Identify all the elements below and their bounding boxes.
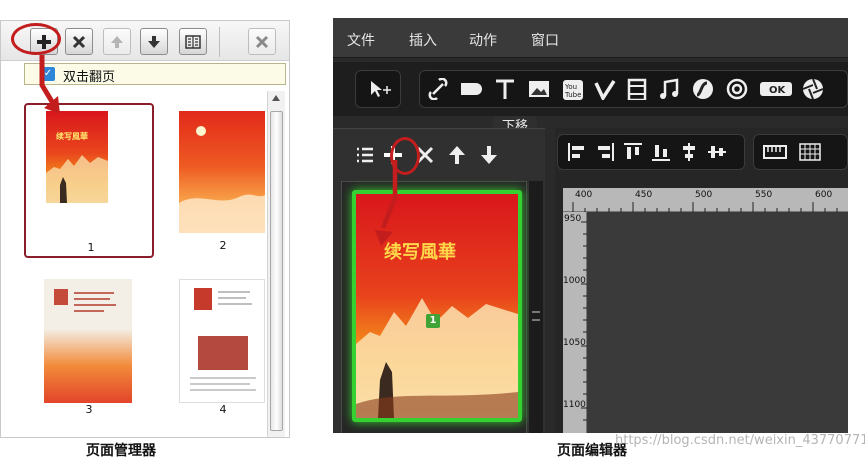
ruler-label: 450 [635,190,653,200]
page-background-image [179,111,265,233]
toolbar-divider [219,27,220,57]
align-bottom-icon[interactable] [651,142,671,162]
caption-page-manager: 页面管理器 [86,443,156,459]
close-button[interactable] [248,28,276,55]
annotation-arrow [39,55,60,114]
grid-icon[interactable] [799,142,821,162]
ruler-icon[interactable] [763,142,787,162]
ruler-label: 1050 [563,338,586,348]
ruler-label: 500 [695,190,713,200]
page-canvas: 400 450 500 550 600 950 1000 1050 1100 [555,128,848,433]
page-thumbnail-list: 续写風華 1 2 3 4 [1,87,267,437]
menu-window[interactable]: 窗口 [531,30,559,50]
scrollbar-grip-icon[interactable] [532,311,540,321]
ruler-label: 1100 [563,400,586,410]
move-down-button[interactable] [140,28,168,55]
move-up-button[interactable] [103,28,131,55]
thumbnail-scrollbar[interactable] [267,91,285,437]
text-icon[interactable] [493,78,517,100]
page-list-scrollbar[interactable] [529,181,543,433]
youtube-icon[interactable]: YouTube [561,78,585,100]
vimeo-icon[interactable] [593,78,617,100]
link-icon[interactable] [427,78,451,100]
svg-text:OK: OK [769,85,787,96]
annotation-arrow [375,160,398,246]
page-layout-button[interactable] [179,28,207,55]
scrollbar-thumb[interactable] [270,111,283,431]
svg-text:Tube: Tube [564,91,581,99]
figure: { "left_panel": { "caption": "页面管理器", "t… [0,0,865,463]
image-icon[interactable] [527,78,551,100]
align-center-horizontal-icon[interactable] [707,142,727,162]
align-center-vertical-icon[interactable] [679,142,699,162]
ruler-label: 600 [815,190,833,200]
editing-canvas[interactable] [587,212,848,433]
menu-file[interactable]: 文件 [347,30,375,50]
text-page-art [54,289,116,312]
menu-insert[interactable]: 插入 [409,30,437,50]
insert-toolbar: You Tube OK [333,62,848,116]
vertical-ruler: 950 1000 1050 1100 [563,212,587,433]
ruler-label: 950 [564,214,582,224]
move-up-icon [111,36,123,48]
move-down-icon [148,36,160,48]
target-icon[interactable] [725,78,749,100]
page-number-badge: 1 [426,314,440,328]
sunburst-art [179,126,265,233]
ruler-label: 550 [755,190,773,200]
svg-text:You: You [564,83,577,91]
aperture-icon[interactable] [801,78,825,100]
page-background-image [44,279,132,403]
move-up-icon[interactable] [447,145,467,165]
shape-icon[interactable] [459,78,483,100]
move-down-icon[interactable] [479,145,499,165]
svg-text:续写風華: 续写風華 [56,131,88,141]
menu-action[interactable]: 动作 [469,30,497,50]
horizontal-ruler: 400 450 500 550 600 [563,188,848,212]
video-icon[interactable] [625,78,649,100]
page-number: 4 [219,403,227,416]
align-left-icon[interactable] [567,142,587,162]
align-top-icon[interactable] [623,142,643,162]
page-number: 2 [219,239,227,252]
menu-bar: 文件 插入 动作 窗口 [333,18,848,58]
ruler-label: 1000 [563,276,586,286]
page-background-image [179,279,265,403]
page-number: 1 [87,241,95,254]
music-icon[interactable] [657,78,681,100]
ok-button-icon[interactable]: OK [759,78,793,100]
ruler-label: 400 [575,190,593,200]
scroll-up-icon[interactable] [272,95,280,101]
page-number: 3 [85,403,93,416]
close-icon [255,35,269,49]
watermark: https://blog.csdn.net/weixin_43770771 [615,433,865,448]
delete-page-icon [72,35,86,49]
page-list-panel: 续写風華 [333,128,545,433]
align-toolbar [555,128,848,176]
select-move-icon[interactable] [367,78,391,100]
align-right-icon[interactable] [595,142,615,162]
news-page-art [190,288,256,391]
page-layout-icon [185,35,201,49]
flash-icon[interactable] [691,78,715,100]
page-editor-window: 文件 插入 动作 窗口 You Tube OK 下移 续写風華 1 400 45… [333,18,848,433]
page-thumbnail-3[interactable]: 3 [24,273,154,428]
